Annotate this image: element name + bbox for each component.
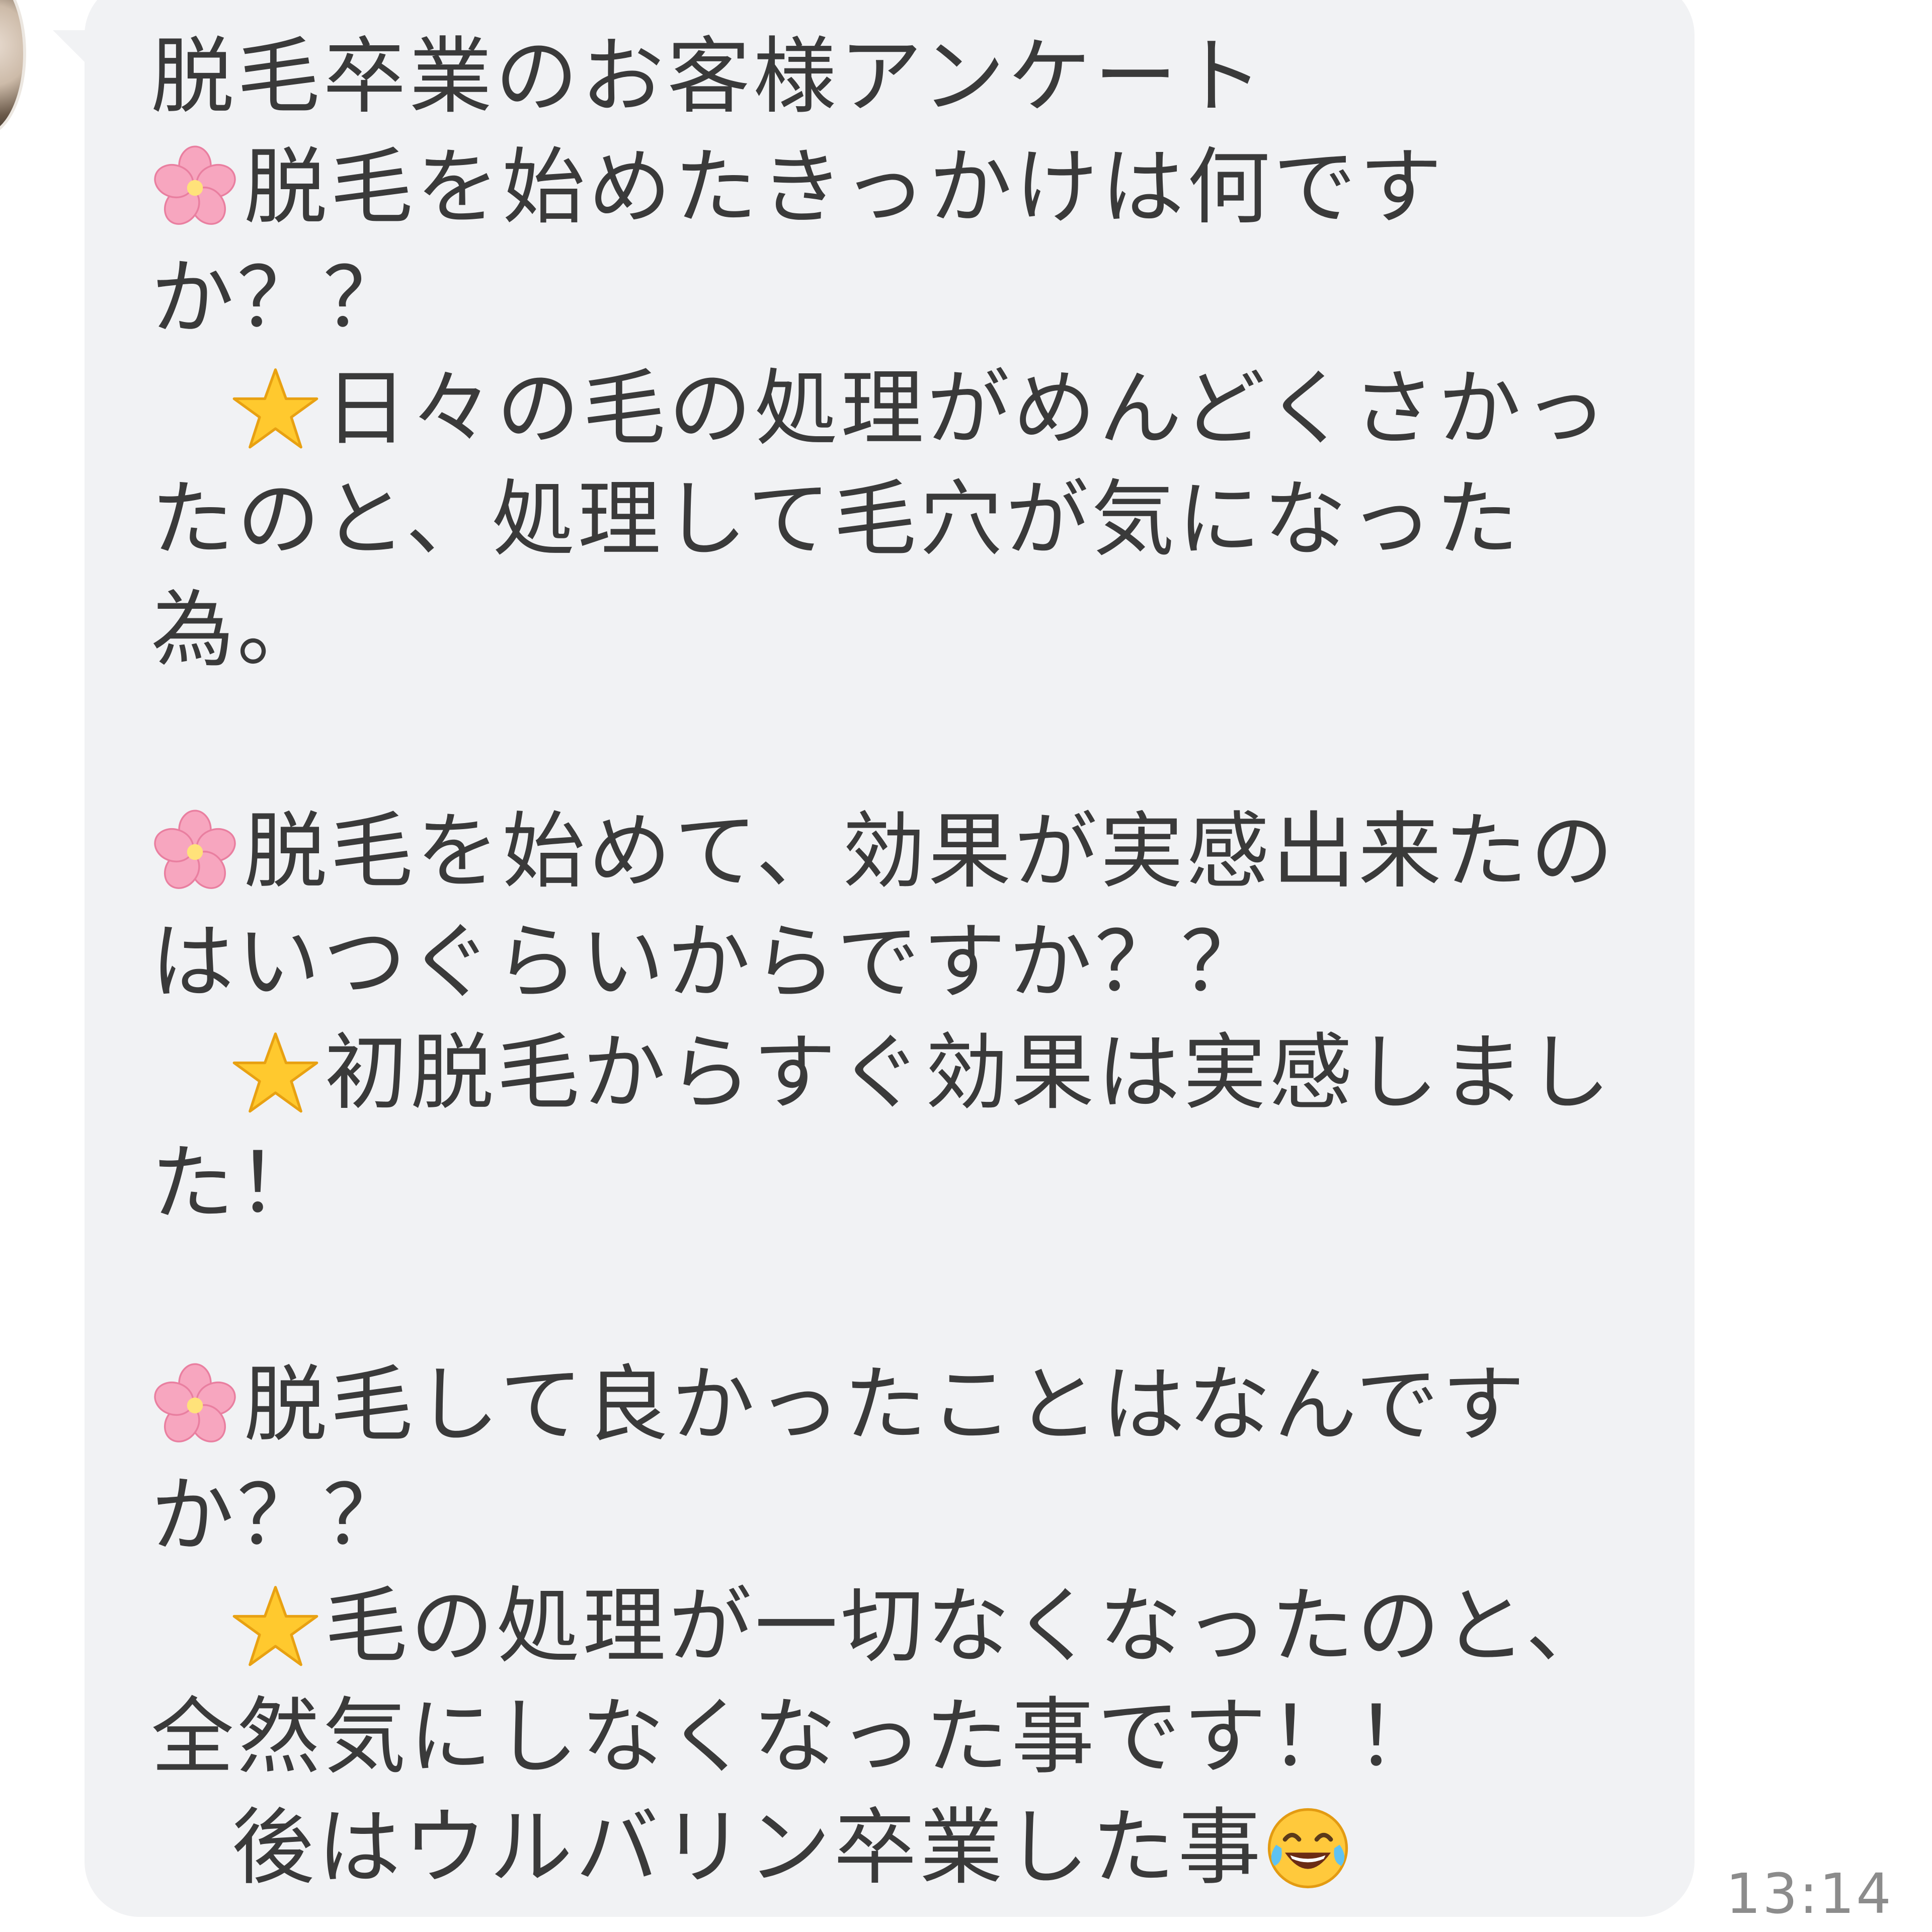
answer-1: 日々の毛の処理がめんどくさかっ [151,353,1660,464]
answer-2-line-2: た！ [151,1135,323,1232]
answer-1-line-3: 為。 [151,582,323,678]
question-3-line-1: 脱毛して良かったことはなんです [244,1356,1528,1453]
avatar[interactable] [0,0,26,137]
answer-3-line-2: 全然気にしなくなった事です！！ [151,1688,1441,1785]
answer-1-line-2: たのと、処理して毛穴が気になった [151,471,1522,568]
star-icon [232,368,318,449]
question-2: 脱毛を始めて、効果が実感出来たの [151,796,1660,907]
question-3-line-2: か？？ [151,1467,409,1564]
answer-1-line-1: 日々の毛の処理がめんどくさかっ [325,360,1611,457]
question-3: 脱毛して良かったことはなんです [151,1349,1660,1460]
cherry-blossom-icon [154,1363,236,1442]
question-2-line-2: はいつぐらいからですか？？ [151,914,1267,1010]
message-timestamp: 13:14 [1726,1862,1893,1926]
cherry-blossom-icon [154,810,236,889]
message-text: 脱毛卒業のお客様アンケート 脱毛を始めたきっかけは何です か？？ 日々の毛の処理… [151,21,1660,1903]
question-2-line-1: 脱毛を始めて、効果が実感出来たの [244,803,1617,900]
answer-2: 初脱毛からすぐ効果は実感しまし [151,1017,1660,1128]
survey-title: 脱毛卒業のお客様アンケート [151,28,1266,125]
answer-3-line-1: 毛の処理が一切なくなったのと、 [325,1578,1612,1674]
answer-3-line-3-wrap: 後はウルバリン卒業した事 [151,1792,1660,1903]
cherry-blossom-icon [154,145,236,225]
answer-3-line-3: 後はウルバリン卒業した事 [231,1799,1264,1896]
question-1-line-2: か？？ [151,250,409,346]
chat-area: 脱毛卒業のお客様アンケート 脱毛を始めたきっかけは何です か？？ 日々の毛の処理… [0,0,1932,1932]
answer-3: 毛の処理が一切なくなったのと、 [151,1571,1660,1681]
question-1: 脱毛を始めたきっかけは何です [151,132,1660,243]
question-1-line-1: 脱毛を始めたきっかけは何です [244,139,1445,235]
star-icon [232,1586,318,1666]
laughing-tears-icon [1267,1808,1348,1889]
answer-2-line-1: 初脱毛からすぐ効果は実感しまし [325,1024,1614,1121]
star-icon [232,1032,318,1113]
